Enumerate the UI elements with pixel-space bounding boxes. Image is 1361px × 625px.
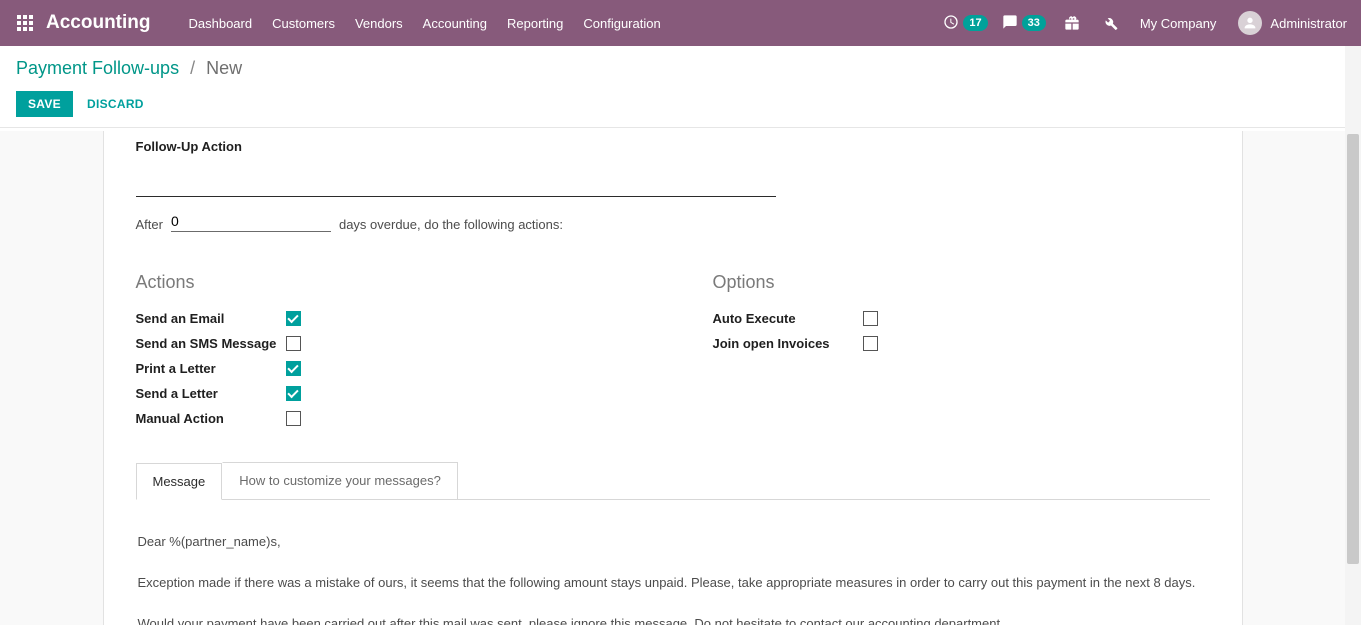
action-row-send-letter: Send a Letter bbox=[136, 386, 633, 401]
message-p2: Exception made if there was a mistake of… bbox=[138, 573, 1208, 594]
menu-vendors[interactable]: Vendors bbox=[345, 0, 413, 46]
menu-accounting[interactable]: Accounting bbox=[413, 0, 497, 46]
chat-icon bbox=[1002, 14, 1018, 33]
control-panel: Payment Follow-ups / New SAVE DISCARD bbox=[0, 46, 1361, 128]
tab-customize[interactable]: How to customize your messages? bbox=[222, 462, 458, 499]
activities-button[interactable]: 17 bbox=[941, 0, 989, 46]
form-sheet: Follow-Up Action After days overdue, do … bbox=[103, 131, 1243, 625]
option-row-auto-execute: Auto Execute bbox=[713, 311, 1210, 326]
messages-count: 33 bbox=[1022, 15, 1046, 31]
option-label: Auto Execute bbox=[713, 311, 863, 326]
options-column: Options Auto Execute Join open Invoices bbox=[713, 272, 1210, 436]
action-row-send-sms: Send an SMS Message bbox=[136, 336, 633, 351]
scrollbar-thumb[interactable] bbox=[1347, 134, 1359, 564]
breadcrumb-parent[interactable]: Payment Follow-ups bbox=[16, 58, 179, 78]
menu-customers[interactable]: Customers bbox=[262, 0, 345, 46]
options-heading: Options bbox=[713, 272, 1210, 293]
form-scroll-area[interactable]: Follow-Up Action After days overdue, do … bbox=[0, 131, 1345, 625]
action-row-print-letter: Print a Letter bbox=[136, 361, 633, 376]
send-letter-checkbox[interactable] bbox=[286, 386, 301, 401]
brand-title[interactable]: Accounting bbox=[46, 12, 151, 34]
top-navbar: Accounting Dashboard Customers Vendors A… bbox=[0, 0, 1361, 46]
menu-reporting[interactable]: Reporting bbox=[497, 0, 573, 46]
gift-icon[interactable] bbox=[1058, 0, 1086, 46]
breadcrumb-current: New bbox=[206, 58, 242, 78]
action-label: Manual Action bbox=[136, 411, 286, 426]
action-label: Send an SMS Message bbox=[136, 336, 286, 351]
main-menu: Dashboard Customers Vendors Accounting R… bbox=[179, 0, 671, 46]
delay-input[interactable] bbox=[171, 211, 331, 232]
option-label: Join open Invoices bbox=[713, 336, 863, 351]
actions-heading: Actions bbox=[136, 272, 633, 293]
action-label: Send an Email bbox=[136, 311, 286, 326]
send-email-checkbox[interactable] bbox=[286, 311, 301, 326]
breadcrumb: Payment Follow-ups / New bbox=[16, 58, 1345, 79]
action-row-send-email: Send an Email bbox=[136, 311, 633, 326]
avatar-icon bbox=[1238, 11, 1262, 35]
clock-icon bbox=[943, 14, 959, 33]
tabs: Message How to customize your messages? bbox=[136, 462, 1210, 500]
delay-row: After days overdue, do the following act… bbox=[136, 211, 1210, 232]
action-label: Print a Letter bbox=[136, 361, 286, 376]
message-p3: Would your payment have been carried out… bbox=[138, 614, 1208, 625]
messages-button[interactable]: 33 bbox=[1000, 0, 1048, 46]
followup-action-input[interactable] bbox=[136, 170, 776, 197]
join-invoices-checkbox[interactable] bbox=[863, 336, 878, 351]
menu-dashboard[interactable]: Dashboard bbox=[179, 0, 263, 46]
message-p1: Dear %(partner_name)s, bbox=[138, 532, 1208, 553]
tools-icon[interactable] bbox=[1096, 0, 1124, 46]
action-row-manual: Manual Action bbox=[136, 411, 633, 426]
discard-button[interactable]: DISCARD bbox=[87, 97, 144, 111]
followup-action-label: Follow-Up Action bbox=[136, 139, 1210, 154]
menu-configuration[interactable]: Configuration bbox=[573, 0, 670, 46]
user-menu[interactable]: Administrator bbox=[1232, 11, 1353, 35]
after-suffix: days overdue, do the following actions: bbox=[339, 217, 563, 232]
user-name: Administrator bbox=[1270, 16, 1347, 31]
option-row-join-invoices: Join open Invoices bbox=[713, 336, 1210, 351]
manual-action-checkbox[interactable] bbox=[286, 411, 301, 426]
actions-column: Actions Send an Email Send an SMS Messag… bbox=[136, 272, 633, 436]
activities-count: 17 bbox=[963, 15, 987, 31]
send-sms-checkbox[interactable] bbox=[286, 336, 301, 351]
apps-icon[interactable] bbox=[8, 6, 42, 40]
message-editor[interactable]: Dear %(partner_name)s, Exception made if… bbox=[136, 500, 1210, 625]
auto-execute-checkbox[interactable] bbox=[863, 311, 878, 326]
save-button[interactable]: SAVE bbox=[16, 91, 73, 117]
nav-right: 17 33 My Company Administrator bbox=[941, 0, 1353, 46]
after-label: After bbox=[136, 217, 163, 232]
tab-message[interactable]: Message bbox=[136, 463, 223, 500]
company-switcher[interactable]: My Company bbox=[1134, 16, 1223, 31]
window-scrollbar[interactable] bbox=[1345, 46, 1361, 625]
breadcrumb-separator: / bbox=[184, 58, 201, 78]
action-label: Send a Letter bbox=[136, 386, 286, 401]
print-letter-checkbox[interactable] bbox=[286, 361, 301, 376]
